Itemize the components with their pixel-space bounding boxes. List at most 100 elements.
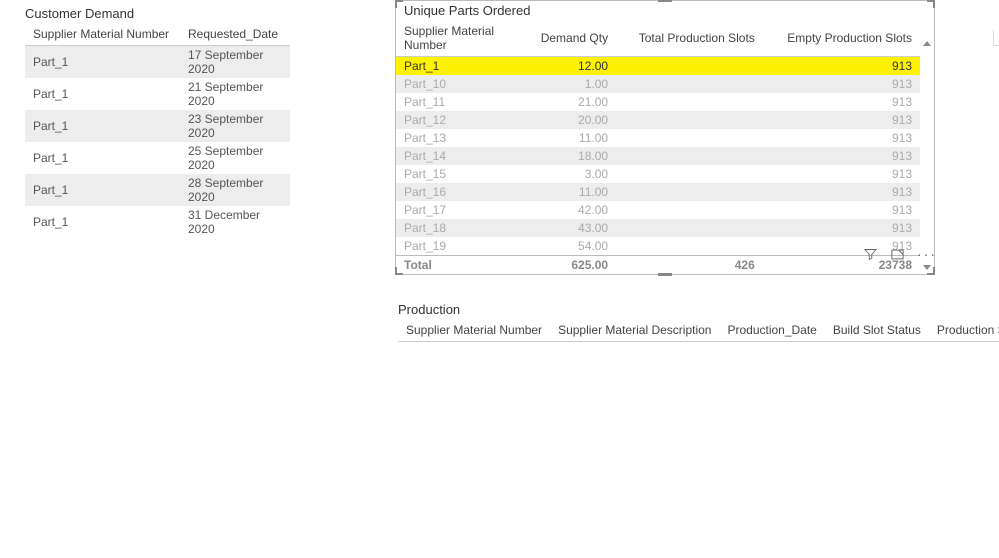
cell-date: 17 September 2020	[180, 46, 290, 79]
cell-total-slots	[616, 147, 763, 165]
customer-demand-visual: Customer Demand Supplier Material Number…	[25, 4, 290, 238]
cell-material: Part_14	[396, 147, 532, 165]
cell-material: Part_11	[396, 93, 532, 111]
table-row[interactable]: Part_117 September 2020	[25, 46, 290, 79]
col-header[interactable]: Supplier Material Number	[25, 23, 180, 46]
table-row[interactable]: Part_153.00 913	[396, 165, 920, 183]
cell-qty: 42.00	[532, 201, 616, 219]
cell-qty: 43.00	[532, 219, 616, 237]
total-label: Total	[396, 256, 532, 275]
cell-date: 25 September 2020	[180, 142, 290, 174]
cell-total-slots	[616, 183, 763, 201]
cell-total-slots	[616, 201, 763, 219]
scroll-down-icon[interactable]	[923, 265, 931, 270]
col-header[interactable]: Supplier Material Number	[396, 20, 532, 57]
resize-handle[interactable]	[395, 0, 403, 8]
cell-empty-slots: 913	[763, 111, 920, 129]
cell-qty: 18.00	[532, 147, 616, 165]
table-row[interactable]: Part_1418.00 913	[396, 147, 920, 165]
table-total-row: Total 625.00 426 23738	[396, 256, 920, 275]
filter-icon[interactable]	[863, 247, 878, 262]
col-header[interactable]: Total Production Slots	[616, 20, 763, 57]
table-row[interactable]: Part_123 September 2020	[25, 110, 290, 142]
unique-parts-title: Unique Parts Ordered	[396, 1, 934, 20]
cell-empty-slots: 913	[763, 93, 920, 111]
cell-qty: 21.00	[532, 93, 616, 111]
table-row[interactable]: Part_125 September 2020	[25, 142, 290, 174]
table-row[interactable]: Part_128 September 2020	[25, 174, 290, 206]
cell-total-slots	[616, 93, 763, 111]
col-header[interactable]: Empty Production Slots	[763, 20, 920, 57]
more-options-icon[interactable]: ···	[917, 246, 937, 262]
cell-material: Part_19	[396, 237, 532, 256]
production-title: Production	[398, 300, 958, 319]
customer-demand-title: Customer Demand	[25, 4, 290, 23]
cell-material: Part_17	[396, 201, 532, 219]
table-row[interactable]: Part_1742.00 913	[396, 201, 920, 219]
unique-parts-visual[interactable]: Unique Parts Ordered Supplier Material N…	[395, 0, 935, 275]
cell-material: Part_1	[25, 206, 180, 238]
cell-total-slots	[616, 57, 763, 76]
table-row[interactable]: Part_1220.00913	[396, 111, 920, 129]
cell-empty-slots: 913	[763, 129, 920, 147]
cell-empty-slots: 913	[763, 201, 920, 219]
unique-parts-table[interactable]: Supplier Material Number Demand Qty Tota…	[396, 20, 920, 274]
table-row[interactable]: Part_112.00913	[396, 57, 920, 76]
col-header[interactable]: Production_Date	[719, 319, 824, 342]
cell-empty-slots: 913	[763, 57, 920, 76]
resize-handle[interactable]	[395, 267, 403, 275]
cell-date: 21 September 2020	[180, 78, 290, 110]
cell-material: Part_15	[396, 165, 532, 183]
table-row[interactable]: Part_1311.00913	[396, 129, 920, 147]
cell-qty: 11.00	[532, 183, 616, 201]
focus-mode-icon[interactable]	[890, 247, 905, 262]
cell-material: Part_1	[25, 110, 180, 142]
cell-total-slots	[616, 75, 763, 93]
cell-empty-slots: 913	[763, 147, 920, 165]
customer-demand-table[interactable]: Supplier Material Number Requested_Date …	[25, 23, 290, 238]
cell-empty-slots: 913	[763, 219, 920, 237]
col-header[interactable]: Production Slot Number	[929, 319, 999, 342]
cell-date: 28 September 2020	[180, 174, 290, 206]
cell-empty-slots: 913	[763, 165, 920, 183]
cell-qty: 54.00	[532, 237, 616, 256]
cell-material: Part_10	[396, 75, 532, 93]
resize-handle[interactable]	[658, 273, 672, 276]
cell-total-slots	[616, 237, 763, 256]
cell-material: Part_1	[25, 78, 180, 110]
cell-material: Part_1	[25, 46, 180, 79]
production-visual: Production Supplier Material Number Supp…	[398, 300, 958, 342]
cell-date: 31 December 2020	[180, 206, 290, 238]
total-prod-slots: 426	[616, 256, 763, 275]
cell-material: Part_1	[25, 174, 180, 206]
col-header[interactable]: Requested_Date	[180, 23, 290, 46]
visual-action-bar: ···	[863, 246, 937, 262]
table-row[interactable]: Part_1121.00 913	[396, 93, 920, 111]
cell-empty-slots: 913	[763, 183, 920, 201]
resize-handle[interactable]	[927, 0, 935, 8]
cell-qty: 11.00	[532, 129, 616, 147]
table-row[interactable]: Part_101.00913	[396, 75, 920, 93]
cell-material: Part_12	[396, 111, 532, 129]
col-header[interactable]: Supplier Material Description	[550, 319, 719, 342]
page-edge-decoration	[993, 30, 999, 46]
cell-total-slots	[616, 129, 763, 147]
table-row[interactable]: Part_1611.00 913	[396, 183, 920, 201]
scroll-up-icon[interactable]	[923, 41, 931, 46]
cell-qty: 3.00	[532, 165, 616, 183]
col-header[interactable]: Build Slot Status	[825, 319, 929, 342]
cell-total-slots	[616, 111, 763, 129]
cell-material: Part_16	[396, 183, 532, 201]
table-row[interactable]: Part_1954.00913	[396, 237, 920, 256]
resize-handle[interactable]	[658, 0, 672, 2]
table-row[interactable]: Part_1843.00913	[396, 219, 920, 237]
production-table[interactable]: Supplier Material Number Supplier Materi…	[398, 319, 999, 342]
col-header[interactable]: Demand Qty	[532, 20, 616, 57]
table-row[interactable]: Part_121 September 2020	[25, 78, 290, 110]
cell-material: Part_1	[25, 142, 180, 174]
scrollbar[interactable]	[922, 41, 932, 270]
cell-qty: 1.00	[532, 75, 616, 93]
cell-total-slots	[616, 219, 763, 237]
col-header[interactable]: Supplier Material Number	[398, 319, 550, 342]
table-row[interactable]: Part_131 December 2020	[25, 206, 290, 238]
